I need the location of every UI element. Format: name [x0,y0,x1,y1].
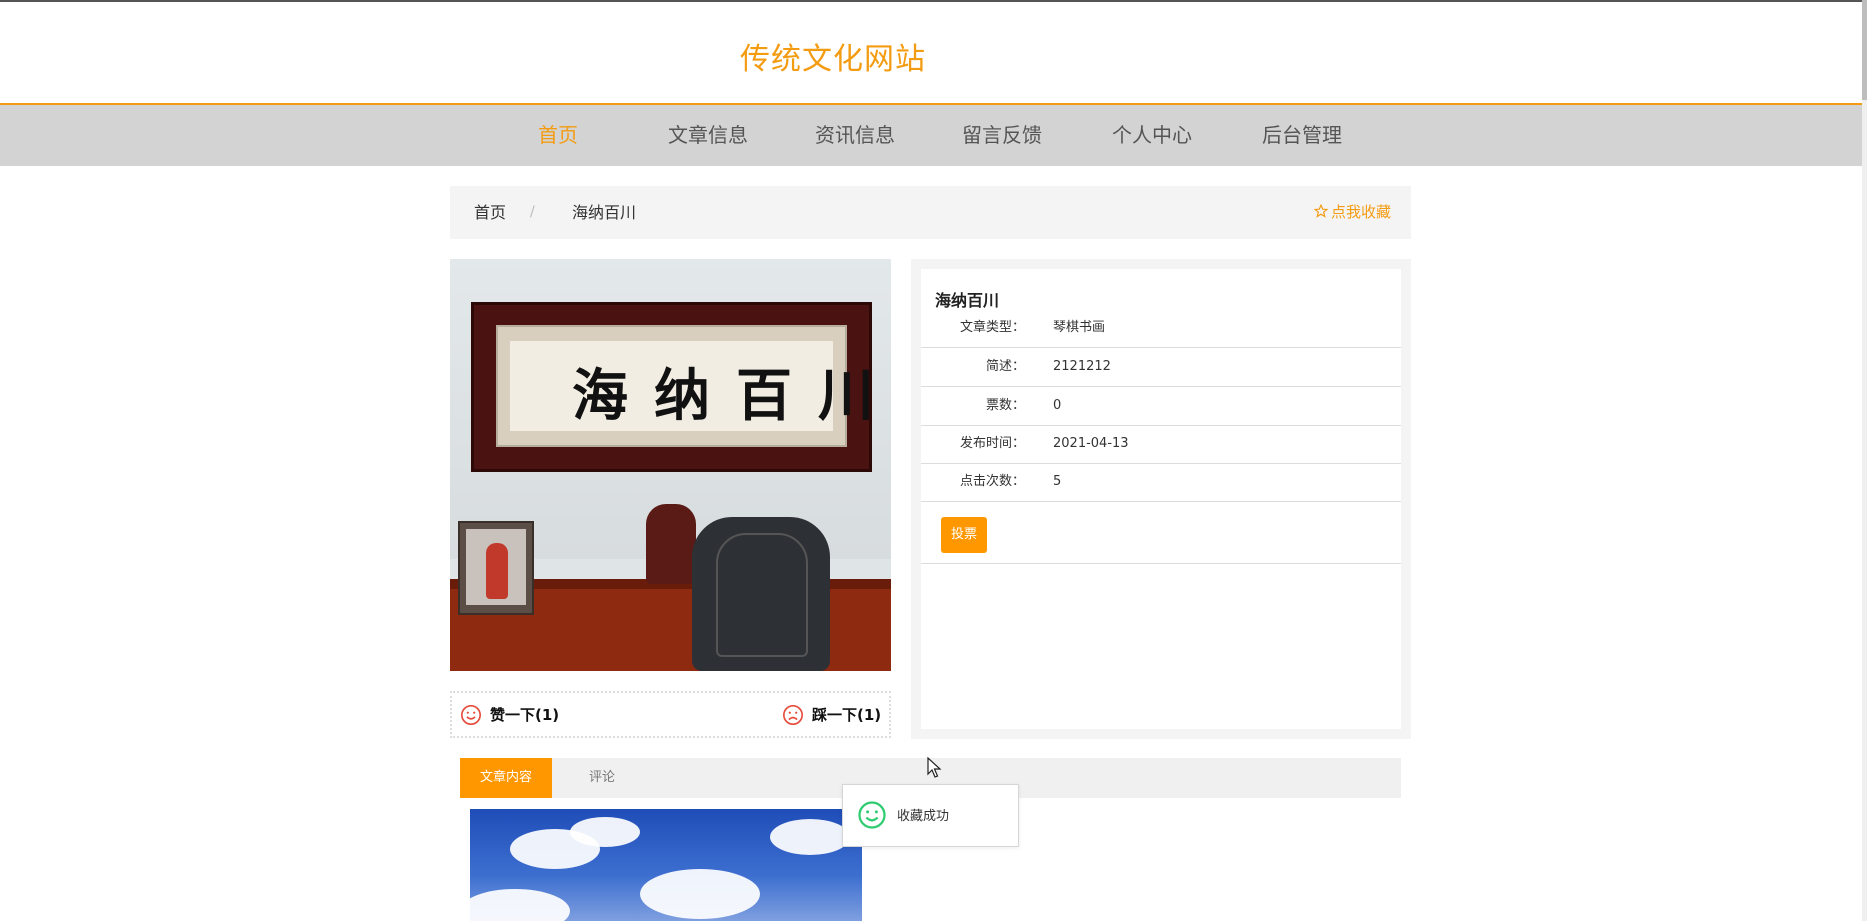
info-row-summary: 简述： 2121212 [921,348,1401,387]
article-image: 海纳百川 [450,259,891,671]
site-title: 传统文化网站 [740,42,926,77]
nav-admin[interactable]: 后台管理 [1262,105,1342,166]
info-key: 简述： [985,359,1025,374]
favorite-button[interactable]: 点我收藏 [1313,186,1391,239]
tab-comments[interactable]: 评论 [570,758,634,798]
article-title: 海纳百川 [935,291,1000,310]
info-key: 票数： [985,398,1025,413]
cloud-shape [770,819,850,855]
info-key: 点击次数： [959,474,1025,489]
like-label: 赞一下(1) [490,706,560,724]
article-info-panel: 海纳百川 文章类型： 琴棋书画 简述： 2121212 票数： 0 发布时间： … [911,259,1411,739]
scrollbar-thumb[interactable] [1862,0,1867,100]
cloud-shape [570,817,640,847]
image-chair-seam [716,533,808,657]
tab-article-content[interactable]: 文章内容 [460,758,552,798]
divider [921,563,1401,564]
frown-icon [783,704,803,725]
nav-news[interactable]: 资讯信息 [815,105,895,166]
image-frame-mat: 海纳百川 [496,325,874,447]
favorite-label: 点我收藏 [1330,203,1391,221]
info-value: 0 [1053,398,1062,413]
window-top-border [0,0,1862,2]
toast-notification: 收藏成功 [842,784,1019,847]
like-dislike-row: 赞一下(1) 踩一下(1) [450,691,891,738]
image-doll [486,543,508,599]
info-key: 文章类型： [959,320,1025,335]
dislike-label: 踩一下(1) [812,706,882,724]
info-value: 2121212 [1053,359,1111,374]
image-calligraphy-frame: 海纳百川 [471,302,874,472]
article-content-image [470,809,862,921]
vote-button[interactable]: 投票 [941,517,987,553]
image-calligraphy-paper: 海纳百川 [510,341,874,431]
nav-articles[interactable]: 文章信息 [668,105,748,166]
breadcrumb-separator: / [530,204,535,220]
image-dragon-statue [646,504,696,584]
info-row-publish-date: 发布时间： 2021-04-13 [921,425,1401,464]
mouse-cursor-icon [927,757,942,778]
cloud-shape [470,889,570,921]
toast-message: 收藏成功 [897,809,950,824]
image-chair [692,517,830,671]
article-info-card: 海纳百川 文章类型： 琴棋书画 简述： 2121212 票数： 0 发布时间： … [921,269,1401,729]
page-scrollbar[interactable] [1862,0,1867,921]
nav-feedback[interactable]: 留言反馈 [962,105,1042,166]
image-doll-case-inner [466,529,526,605]
breadcrumb: 首页 / 海纳百川 点我收藏 [450,186,1411,239]
info-row-clicks: 点击次数： 5 [921,463,1401,502]
nav-home[interactable]: 首页 [538,105,578,166]
info-key: 发布时间： [959,436,1025,451]
main-navbar: 首页 文章信息 资讯信息 留言反馈 个人中心 后台管理 [0,105,1862,166]
nav-profile[interactable]: 个人中心 [1112,105,1192,166]
image-calligraphy-text: 海纳百川 [572,363,891,429]
dislike-button[interactable]: 踩一下(1) [782,693,881,736]
smile-icon [461,704,481,725]
info-row-votes: 票数： 0 [921,387,1401,426]
cloud-shape [640,869,760,919]
info-value: 2021-04-13 [1053,436,1129,451]
breadcrumb-current: 海纳百川 [572,203,637,222]
image-doll-case [458,521,534,615]
breadcrumb-home[interactable]: 首页 [474,186,506,239]
info-value: 5 [1053,474,1062,489]
like-button[interactable]: 赞一下(1) [460,693,559,736]
star-outline-icon [1313,203,1329,218]
info-row-type: 文章类型： 琴棋书画 [921,309,1401,348]
info-value: 琴棋书画 [1053,320,1106,335]
smile-icon [858,801,886,829]
